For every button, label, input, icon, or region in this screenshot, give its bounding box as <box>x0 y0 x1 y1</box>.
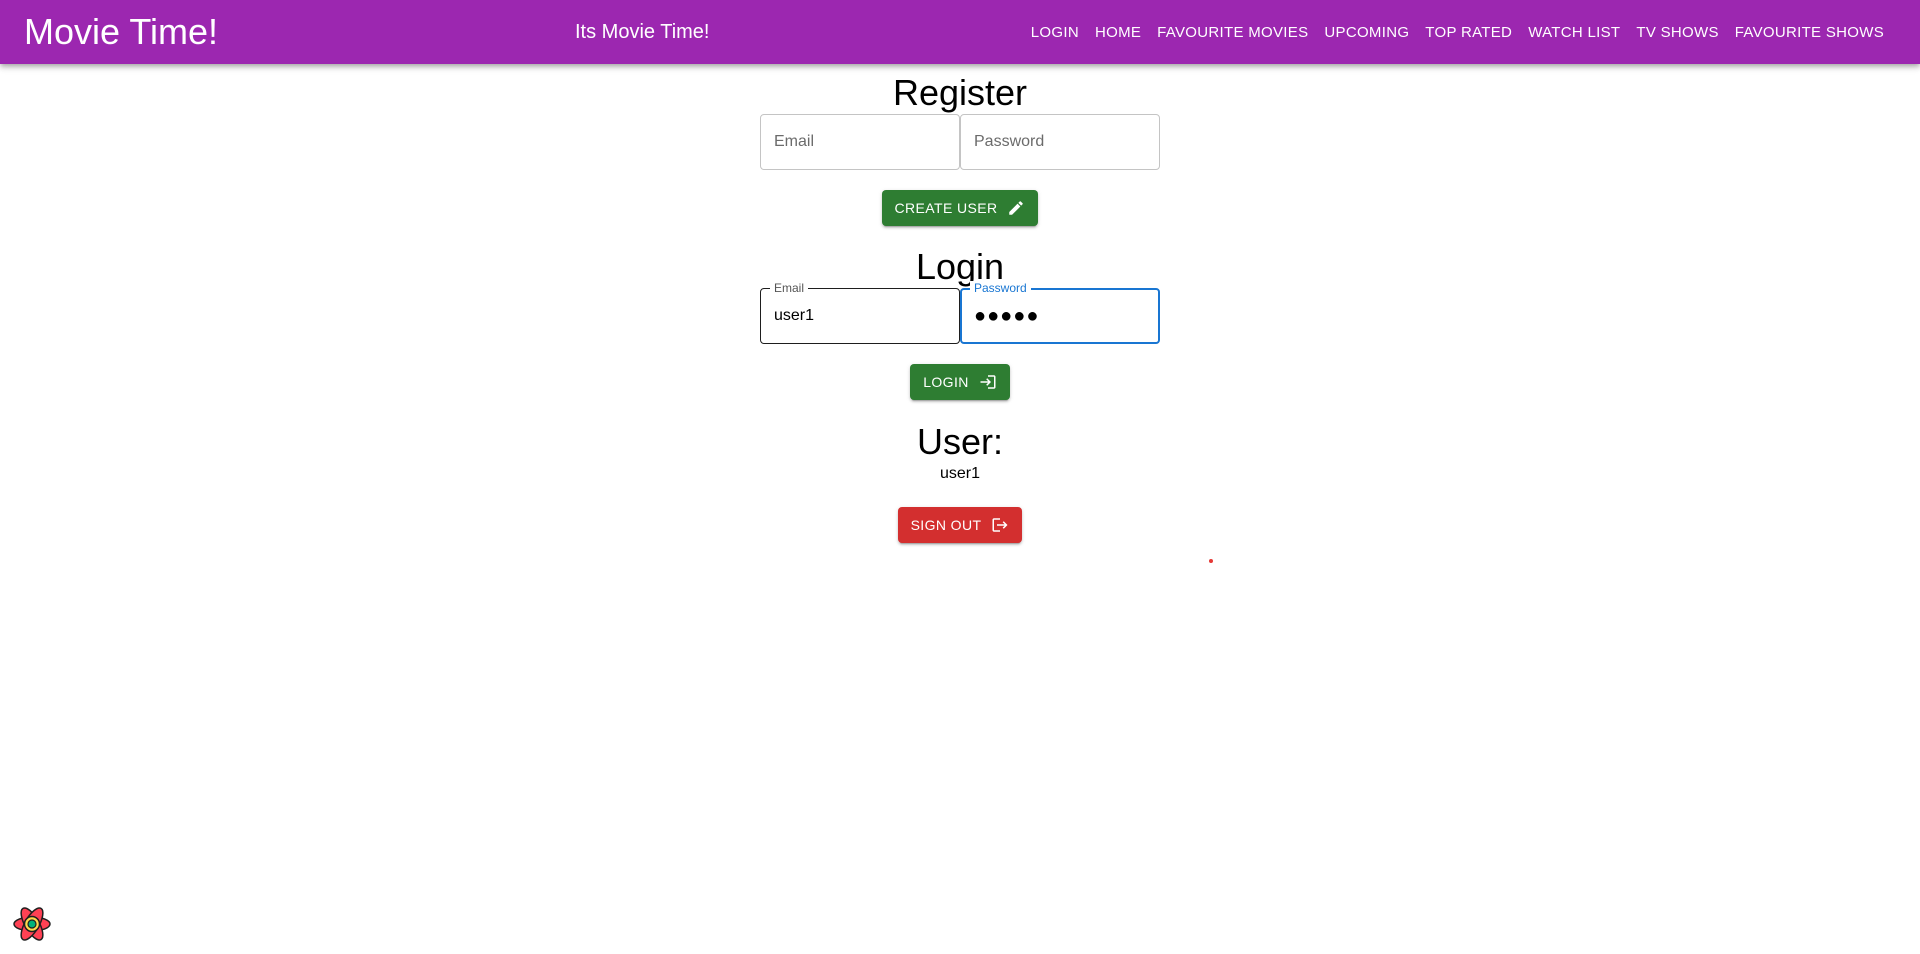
nav-watch-list[interactable]: Watch List <box>1520 18 1628 47</box>
register-password-field <box>960 114 1160 170</box>
login-button-label: Login <box>923 374 969 390</box>
nav-favourite-movies[interactable]: Favourite Movies <box>1149 18 1316 47</box>
app-bar: Movie Time! Its Movie Time! Login Home F… <box>0 0 1920 64</box>
red-dot-marker <box>1209 559 1213 563</box>
login-password-field: Password <box>960 281 1160 344</box>
create-user-label: Create User <box>894 200 998 216</box>
user-heading: User: <box>916 421 1003 462</box>
nav-upcoming[interactable]: Upcoming <box>1316 18 1417 47</box>
register-email-field <box>760 114 960 170</box>
sign-out-button[interactable]: Sign Out <box>898 507 1022 543</box>
current-username: user1 <box>939 465 981 482</box>
nav-home[interactable]: Home <box>1087 18 1149 47</box>
tagline: Its Movie Time! <box>575 21 710 43</box>
register-heading: Register <box>892 72 1028 113</box>
nav-login[interactable]: Login <box>1023 18 1087 47</box>
nav-tv-shows[interactable]: TV Shows <box>1628 18 1726 47</box>
login-email-input[interactable] <box>760 288 960 344</box>
login-email-field: Email <box>760 281 960 344</box>
nav-favourite-shows[interactable]: Favourite Shows <box>1727 18 1892 47</box>
pencil-icon <box>1009 201 1024 215</box>
login-heading: Login <box>915 246 1005 287</box>
login-button[interactable]: Login <box>910 364 1010 400</box>
login-password-input[interactable] <box>960 288 1160 344</box>
logout-icon <box>992 518 1008 532</box>
main-nav: Login Home Favourite Movies Upcoming Top… <box>1023 0 1892 64</box>
sign-out-label: Sign Out <box>910 517 982 533</box>
login-icon <box>980 375 996 389</box>
register-password-input[interactable] <box>960 114 1160 170</box>
nav-top-rated[interactable]: Top Rated <box>1417 18 1520 47</box>
create-user-button[interactable]: Create User <box>882 190 1038 226</box>
register-email-input[interactable] <box>760 114 960 170</box>
react-query-devtools-logo-icon[interactable] <box>11 903 53 945</box>
brand-title: Movie Time! <box>24 11 219 52</box>
